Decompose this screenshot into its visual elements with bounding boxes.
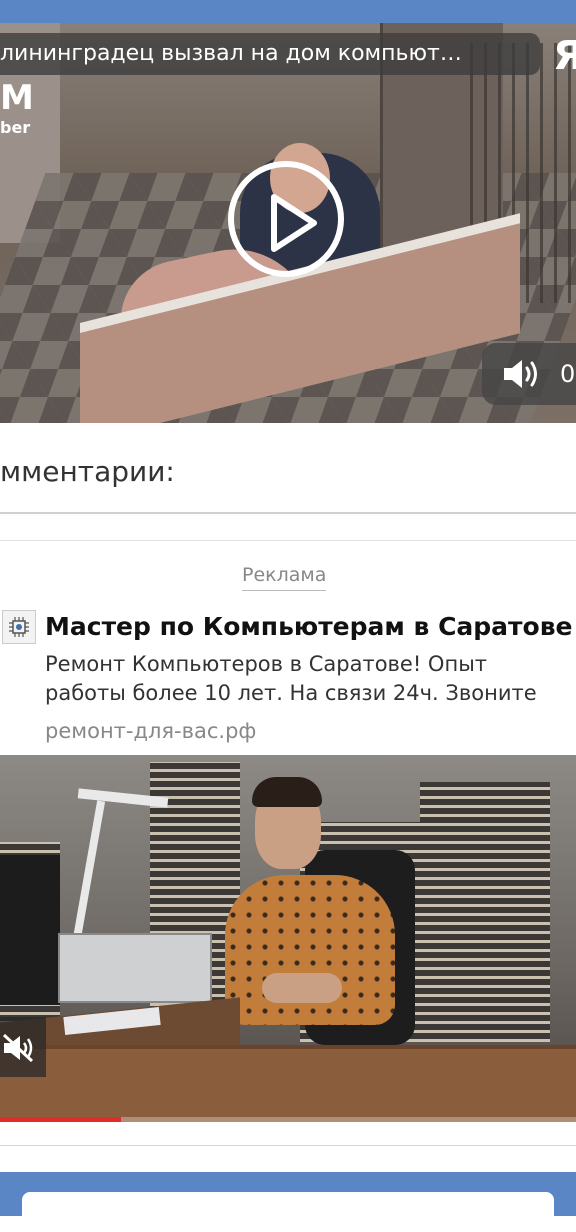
volume-control[interactable]: 0: [482, 343, 576, 405]
ad-video-progress-bar[interactable]: [0, 1117, 576, 1122]
ad-title-link[interactable]: Мастер по Компьютерам в Саратове!: [45, 608, 576, 646]
divider: [0, 1145, 576, 1146]
channel-watermark: М ber: [0, 78, 34, 137]
ad-scene-monitor: [0, 855, 60, 1005]
bottom-input-field[interactable]: [22, 1192, 554, 1232]
ad-url-link[interactable]: ремонт-для-вас.рф: [45, 715, 256, 747]
ad-label: Реклама: [242, 562, 327, 591]
video-player[interactable]: М ber лининградец вызвал на дом компьют……: [0, 23, 576, 423]
divider: [0, 512, 576, 514]
volume-icon: [504, 360, 537, 388]
video-time: 0: [560, 360, 576, 388]
video-title-bar[interactable]: лининградец вызвал на дом компьют…: [0, 33, 540, 75]
ad-description-line: работы более 10 лет. На связи 24ч. Звони…: [45, 681, 537, 705]
ad-scene-presenter-hands: [262, 973, 342, 1003]
comments-heading: мментарии:: [0, 455, 175, 488]
ad-video-progress-fill: [0, 1117, 121, 1122]
ad-scene-pc-case: [58, 933, 212, 1003]
video-title: лининградец вызвал на дом компьют…: [0, 41, 462, 66]
play-icon: [271, 194, 317, 252]
ad-scene-desk: [0, 1045, 576, 1122]
play-button[interactable]: [228, 161, 344, 277]
mute-icon: [2, 1033, 34, 1063]
mute-button[interactable]: [0, 1017, 46, 1077]
ad-logo[interactable]: [2, 610, 36, 644]
top-bar: [0, 0, 576, 23]
ad-description: Ремонт Компьютеров в Саратове! Опыт рабо…: [45, 650, 576, 708]
chip-icon: [9, 617, 29, 637]
ad-scene-building: [420, 782, 550, 1042]
ad-video-player[interactable]: [0, 755, 576, 1122]
divider: [0, 540, 576, 541]
ad-description-line: Ремонт Компьютеров в Саратове! Опыт: [45, 652, 488, 676]
ad-scene-presenter-hair: [252, 777, 322, 807]
brand-logo[interactable]: Я: [553, 31, 576, 81]
